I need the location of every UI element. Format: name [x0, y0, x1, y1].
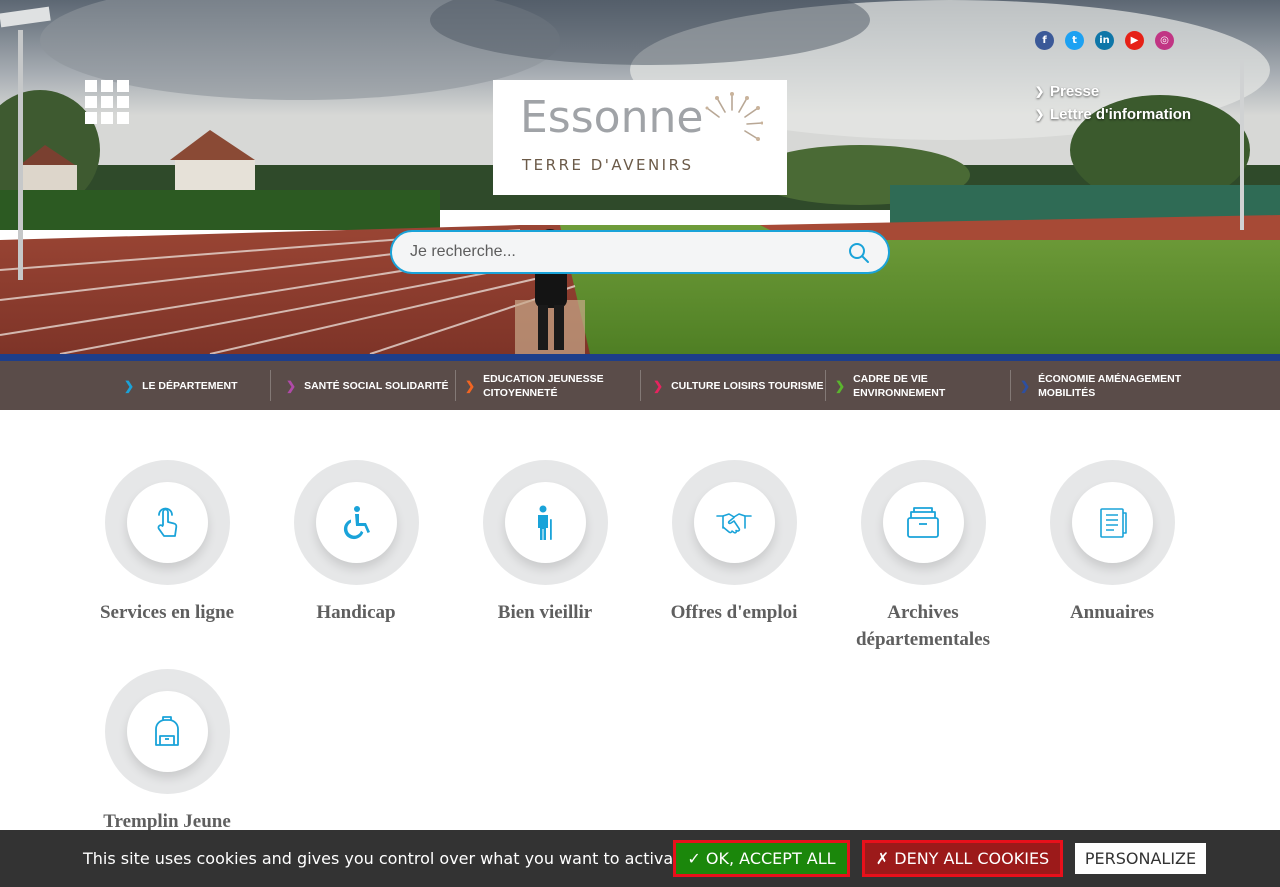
cookie-banner-text: This site uses cookies and gives you con…	[83, 849, 690, 868]
chevron-right-icon: ❯	[1035, 109, 1045, 121]
deny-all-cookies-button[interactable]: ✗ DENY ALL COOKIES	[862, 840, 1063, 877]
menu-grid-button[interactable]	[85, 80, 129, 124]
hero-background-image	[0, 0, 1280, 355]
quick-access-tile[interactable]: Bien vieillir	[455, 460, 635, 626]
search-input[interactable]	[410, 240, 830, 264]
youtube-icon[interactable]: ▶	[1125, 31, 1144, 50]
tile-icon-ring	[1049, 460, 1175, 585]
logo-tagline: TERRE D'AVENIRS	[522, 156, 694, 174]
press-link[interactable]: ❯ Presse	[1035, 80, 1191, 103]
logo-wordmark: Essonne	[520, 92, 704, 143]
nav-item-6[interactable]: ❯ ÉCONOMIE AMÉNAGEMENT MOBILITÉS	[1020, 361, 1200, 410]
handshake-icon	[693, 482, 775, 563]
quick-access-tile[interactable]: Handicap	[266, 460, 446, 626]
chevron-right-icon: ❯	[1035, 86, 1045, 98]
tile-label: Archives départementales	[855, 602, 991, 650]
tile-icon-ring	[482, 460, 608, 585]
nav-top-border	[0, 354, 1280, 361]
search-icon[interactable]	[848, 242, 870, 264]
chevron-right-icon: ❯	[465, 378, 476, 393]
tile-icon-ring	[293, 460, 419, 585]
nav-item-5[interactable]: ❯ CADRE DE VIE ENVIRONNEMENT	[835, 361, 1010, 410]
archive-box-icon	[882, 482, 964, 563]
nav-item-label: CADRE DE VIE ENVIRONNEMENT	[853, 372, 946, 399]
chevron-right-icon: ❯	[653, 378, 664, 393]
touch-hand-icon	[126, 482, 208, 563]
linkedin-icon[interactable]: in	[1095, 31, 1114, 50]
nav-separator	[640, 370, 641, 401]
nav-separator	[270, 370, 271, 401]
tile-label: Handicap	[316, 602, 396, 623]
hero-banner: Essonne TERRE D'AVENIRS f t in ▶ ◎ ❯ Presse	[0, 0, 1280, 410]
nav-item-label: SANTÉ SOCIAL SOLIDARITÉ	[304, 379, 449, 392]
chevron-right-icon: ❯	[1020, 378, 1031, 393]
chevron-right-icon: ❯	[286, 378, 297, 393]
instagram-icon[interactable]: ◎	[1155, 31, 1174, 50]
newsletter-link[interactable]: ❯ Lettre d'information	[1035, 103, 1191, 126]
accept-all-cookies-button[interactable]: ✓ OK, ACCEPT ALL	[673, 840, 850, 877]
search-bar	[390, 230, 890, 274]
quick-access-tile[interactable]: Offres d'emploi	[644, 460, 824, 626]
nav-item-1[interactable]: ❯ LE DÉPARTEMENT	[124, 361, 270, 410]
cookie-banner: This site uses cookies and gives you con…	[0, 830, 1280, 887]
backpack-icon	[126, 691, 208, 772]
main-navigation: ❯ LE DÉPARTEMENT ❯ SANTÉ SOCIAL SOLIDARITÉ ❯…	[0, 361, 1280, 410]
nav-separator	[825, 370, 826, 401]
chevron-right-icon: ❯	[124, 378, 135, 393]
chevron-right-icon: ❯	[835, 378, 846, 393]
nav-item-2[interactable]: ❯ SANTÉ SOCIAL SOLIDARITÉ	[286, 361, 456, 410]
sun-rays-icon	[705, 92, 763, 141]
wheelchair-icon	[315, 482, 397, 563]
nav-item-label: EDUCATION JEUNESSE CITOYENNETÉ	[483, 372, 604, 399]
press-link-label: Presse	[1050, 83, 1100, 100]
quick-access-tile[interactable]: Annuaires	[1022, 460, 1202, 626]
tile-label: Services en ligne	[99, 602, 235, 623]
personalize-cookies-button[interactable]: PERSONALIZE	[1075, 843, 1206, 874]
twitter-icon[interactable]: t	[1065, 31, 1084, 50]
nav-item-label: ÉCONOMIE AMÉNAGEMENT MOBILITÉS	[1038, 372, 1182, 399]
tile-label: Annuaires	[1069, 602, 1155, 623]
facebook-icon[interactable]: f	[1035, 31, 1054, 50]
nav-item-label: LE DÉPARTEMENT	[142, 379, 238, 392]
quick-access-tile[interactable]: Services en ligne	[77, 460, 257, 626]
tile-icon-ring	[671, 460, 797, 585]
nav-separator	[1010, 370, 1011, 401]
tile-icon-ring	[860, 460, 986, 585]
tile-label: Offres d'emploi	[670, 602, 798, 623]
tile-label: Bien vieillir	[497, 602, 593, 623]
quick-access-tile[interactable]: Archives départementales	[833, 460, 1013, 653]
tile-icon-ring	[104, 669, 230, 794]
social-links: f t in ▶ ◎	[1035, 31, 1174, 50]
nav-item-label: CULTURE LOISIRS TOURISME	[671, 379, 824, 392]
nav-item-4[interactable]: ❯ CULTURE LOISIRS TOURISME	[653, 361, 825, 410]
tile-icon-ring	[104, 460, 230, 585]
newsletter-link-label: Lettre d'information	[1050, 106, 1192, 123]
site-logo[interactable]: Essonne TERRE D'AVENIRS	[493, 80, 787, 195]
elderly-person-icon	[504, 482, 586, 563]
nav-item-3[interactable]: ❯ EDUCATION JEUNESSE CITOYENNETÉ	[465, 361, 640, 410]
top-links: ❯ Presse ❯ Lettre d'information	[1035, 80, 1191, 126]
quick-access-tile[interactable]: Tremplin Jeune	[77, 669, 257, 835]
directory-book-icon	[1071, 482, 1153, 563]
